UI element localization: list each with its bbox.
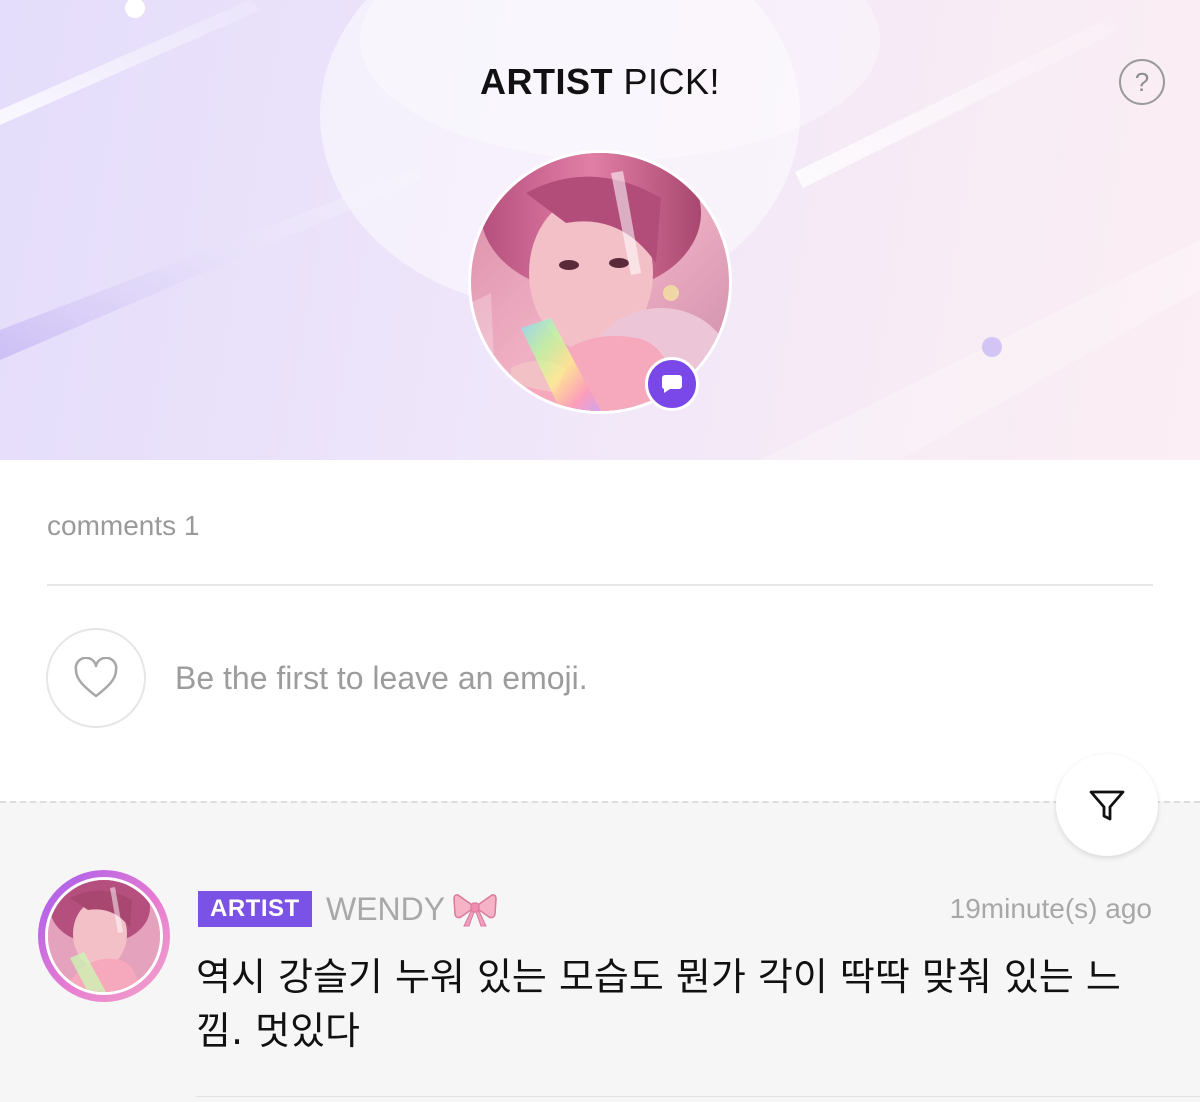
chat-bubble-icon <box>661 375 682 393</box>
heart-icon <box>74 657 118 698</box>
filter-button[interactable] <box>1056 754 1158 856</box>
artist-pick-header: ARTIST PICK! ? <box>0 0 1200 460</box>
emoji-button[interactable] <box>46 628 146 728</box>
comment-avatar[interactable] <box>45 877 163 995</box>
comment-text: 역시 강슬기 누워 있는 모습도 뭔가 각이 딱딱 맞춰 있는 느낌. 멋있다 <box>196 955 1121 1053</box>
chat-badge[interactable] <box>645 357 699 411</box>
ribbon-bow-icon <box>453 894 497 927</box>
comments-count: comments 1 <box>47 510 200 541</box>
page-title: ARTIST PICK! <box>469 61 731 110</box>
question-mark-icon: ? <box>1134 66 1150 97</box>
comment-author[interactable]: WENDY <box>326 889 445 929</box>
help-button[interactable]: ? <box>1119 59 1165 105</box>
emoji-prompt: Be the first to leave an emoji. <box>175 660 588 696</box>
artist-badge: ARTIST <box>198 891 312 927</box>
comment-divider <box>196 1096 1200 1097</box>
filter-funnel-icon <box>1089 790 1125 821</box>
divider <box>47 584 1153 586</box>
comment-timestamp: 19minute(s) ago <box>949 893 1152 924</box>
